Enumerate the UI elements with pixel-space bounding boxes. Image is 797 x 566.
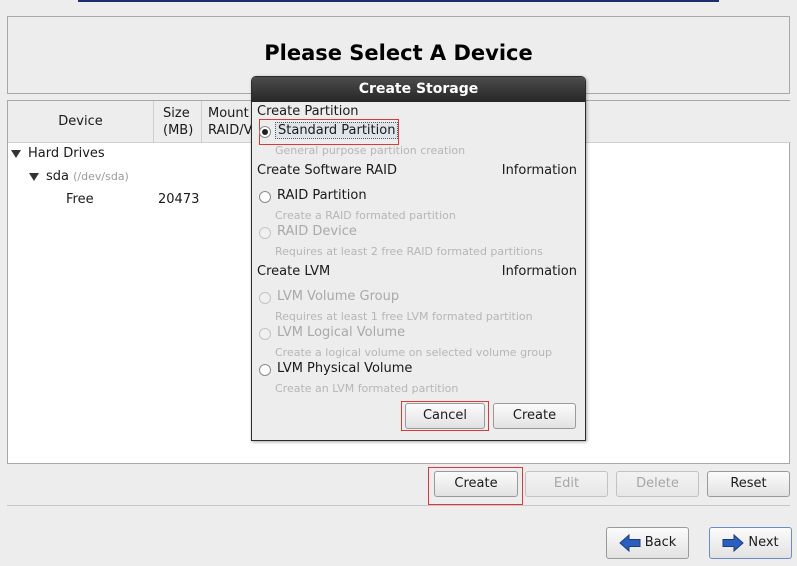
standard-partition-text: Standard Partition [275, 122, 399, 139]
raid-partition-radio[interactable] [259, 191, 271, 203]
size-header-line1: Size [163, 106, 190, 121]
lvm-volume-group-desc: Requires at least 1 free LVM formated pa… [275, 310, 533, 323]
create-storage-dialog: Create Storage Create Partition Standard… [251, 76, 586, 441]
arrow-right-icon [722, 534, 745, 552]
next-label: Next [748, 535, 779, 550]
column-header-size[interactable]: Size (MB) [154, 101, 202, 143]
lvm-logical-volume-desc: Create a logical volume on selected volu… [275, 346, 553, 359]
sda-label: sda [46, 169, 69, 184]
back-label: Back [644, 535, 677, 550]
raid-device-radio[interactable] [259, 227, 271, 239]
raid-partition-desc: Create a RAID formated partition [275, 209, 456, 222]
back-button[interactable]: Back [606, 527, 689, 559]
standard-partition-radio[interactable] [259, 126, 271, 138]
expander-down-icon[interactable] [11, 149, 21, 158]
lvm-logical-volume-radio[interactable] [259, 328, 271, 340]
create-lvm-heading: Create LVM [257, 264, 331, 279]
standard-partition-label[interactable]: Standard Partition [275, 122, 399, 139]
dialog-cancel-button[interactable]: Cancel [405, 403, 485, 429]
raid-partition-label[interactable]: RAID Partition [277, 188, 367, 203]
arrow-left-icon [618, 534, 641, 552]
tree-row-hard-drives[interactable]: Hard Drives [11, 146, 105, 161]
dialog-create-button[interactable]: Create [493, 403, 576, 429]
lvm-logical-volume-label[interactable]: LVM Logical Volume [277, 325, 405, 340]
lvm-volume-group-radio[interactable] [259, 292, 271, 304]
separator [7, 505, 790, 506]
reset-button[interactable]: Reset [707, 471, 790, 497]
standard-partition-desc: General purpose partition creation [275, 144, 466, 157]
tree-row-free[interactable]: Free [66, 192, 94, 207]
expander-down-icon[interactable] [29, 172, 39, 181]
create-button[interactable]: Create [434, 471, 518, 497]
hard-drives-label: Hard Drives [28, 146, 105, 161]
raid-device-desc: Requires at least 2 free RAID formated p… [275, 245, 543, 258]
lvm-physical-volume-desc: Create an LVM formated partition [275, 382, 459, 395]
raid-information-heading: Information [501, 163, 577, 178]
free-size-value: 20473 [158, 192, 200, 207]
edit-button[interactable]: Edit [525, 471, 608, 497]
page-title: Please Select A Device [264, 41, 533, 65]
raid-device-label[interactable]: RAID Device [277, 224, 357, 239]
create-partition-heading: Create Partition [257, 104, 359, 119]
lvm-physical-volume-radio[interactable] [259, 364, 271, 376]
dialog-title: Create Storage [252, 77, 585, 102]
column-header-device[interactable]: Device [8, 101, 154, 143]
top-strip [78, 0, 719, 2]
lvm-volume-group-label[interactable]: LVM Volume Group [277, 289, 399, 304]
size-header-line2: (MB) [163, 123, 194, 138]
free-label: Free [66, 192, 94, 207]
sda-path: (/dev/sda) [73, 170, 129, 183]
delete-button[interactable]: Delete [616, 471, 699, 497]
next-button[interactable]: Next [709, 527, 792, 559]
tree-row-sda[interactable]: sda (/dev/sda) [29, 169, 129, 184]
lvm-physical-volume-label[interactable]: LVM Physical Volume [277, 361, 412, 376]
create-raid-heading: Create Software RAID [257, 163, 398, 178]
lvm-information-heading: Information [501, 264, 577, 279]
